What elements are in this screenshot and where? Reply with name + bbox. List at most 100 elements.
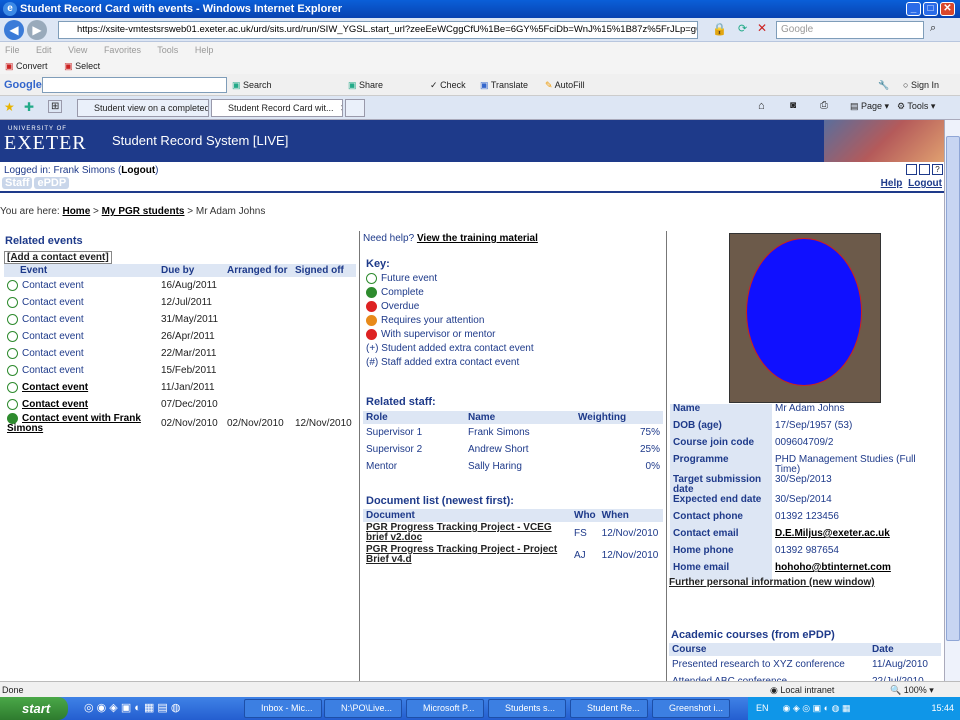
print-page-icon[interactable] <box>919 164 930 175</box>
document-list-title: Document list (newest first): <box>366 495 514 507</box>
event-link[interactable]: Contact event with Frank Simons <box>7 413 141 434</box>
breadcrumb-pgr[interactable]: My PGR students <box>102 206 185 217</box>
taskbar-item[interactable]: Inbox - Mic... <box>244 699 322 718</box>
key-item: Requires your attention <box>366 315 484 326</box>
help-icon[interactable]: ? <box>932 164 943 175</box>
favorites-star-icon[interactable]: ★ <box>4 100 15 114</box>
taskbar-item-label: Students s... <box>505 703 556 713</box>
col-weighting: Weighting <box>575 411 663 424</box>
settings-icon[interactable] <box>906 164 917 175</box>
select-button[interactable]: Select <box>75 61 100 71</box>
event-signed <box>292 362 356 379</box>
minimize-button[interactable]: _ <box>906 2 921 16</box>
google-search-button[interactable]: ▣ Search <box>232 74 272 96</box>
key-label: Overdue <box>381 301 420 313</box>
close-button[interactable]: ✕ <box>940 2 955 16</box>
logout-link-2[interactable]: Logout <box>908 178 942 189</box>
forward-button[interactable]: ▶ <box>27 20 47 40</box>
attn-key-icon <box>366 315 377 326</box>
lock-icon[interactable]: 🔒 <box>712 22 727 36</box>
tab-student-record[interactable]: Student Record Card wit... ✕ <box>211 99 343 117</box>
wrench-icon[interactable]: 🔧 <box>878 74 889 96</box>
menu-tools[interactable]: Tools <box>157 45 178 55</box>
add-favorite-icon[interactable]: ✚ <box>24 100 34 114</box>
start-button[interactable]: start <box>0 697 68 720</box>
share-button[interactable]: ▣ Share <box>348 74 383 96</box>
training-material-link[interactable]: View the training material <box>417 233 538 244</box>
key-label: (#) Staff added extra contact event <box>366 357 520 368</box>
menu-favorites[interactable]: Favorites <box>104 45 141 55</box>
taskbar-item[interactable]: Microsoft P... <box>406 699 484 718</box>
new-tab-button[interactable] <box>345 99 365 117</box>
taskbar-item[interactable]: N:\PO\Live... <box>324 699 402 718</box>
convert-icon: ▣ <box>5 61 14 71</box>
breadcrumb-home[interactable]: Home <box>62 206 90 217</box>
sign-in-button[interactable]: ○ Sign In <box>903 74 939 96</box>
help-link[interactable]: Help <box>881 178 903 189</box>
info-value: 30/Sep/2014 <box>775 494 832 505</box>
google-search-input[interactable] <box>42 77 227 93</box>
page-scrollbar[interactable] <box>944 120 960 681</box>
back-button[interactable]: ◀ <box>4 20 24 40</box>
home-icon[interactable]: ⌂ <box>758 100 765 112</box>
convert-button[interactable]: Convert <box>16 61 48 71</box>
staff-row: Mentor Sally Haring 0% <box>363 458 663 475</box>
tab-student-view[interactable]: Student view on a completed... <box>77 99 209 117</box>
overdue-key-icon <box>366 301 377 312</box>
url-input[interactable]: https://xsite-vmtestsrsweb01.exeter.ac.u… <box>58 21 698 39</box>
check-button[interactable]: ✓ Check <box>430 74 466 96</box>
maximize-button[interactable]: □ <box>923 2 938 16</box>
page-menu[interactable]: ▤ Page ▾ <box>850 101 889 112</box>
print-icon[interactable]: ⎙ <box>820 100 828 111</box>
logout-link[interactable]: Logout <box>121 165 155 176</box>
quick-tabs-icon[interactable]: ⊞ <box>48 100 63 113</box>
refresh-icon[interactable]: ⟳ <box>738 22 747 35</box>
zoom-control[interactable]: 🔍 100% ▾ <box>890 682 934 698</box>
event-link[interactable]: Contact event <box>22 348 84 359</box>
event-link[interactable]: Contact event <box>22 365 84 376</box>
feeds-icon[interactable]: ◙ <box>790 100 796 111</box>
menu-view[interactable]: View <box>68 45 87 55</box>
tab-epdp[interactable]: ePDP <box>34 177 70 189</box>
menu-help[interactable]: Help <box>195 45 214 55</box>
event-link[interactable]: Contact event <box>22 280 84 291</box>
stop-icon[interactable]: ✕ <box>757 21 767 35</box>
translate-button[interactable]: ▣ Translate <box>480 74 528 96</box>
search-input[interactable]: Google <box>776 21 924 39</box>
sign-in-label: Sign In <box>910 80 939 90</box>
event-link[interactable]: Contact event <box>22 399 88 410</box>
taskbar-item[interactable]: Student Re... <box>570 699 648 718</box>
student-info-row: Course join code 009604709/2 <box>670 438 942 455</box>
event-link[interactable]: Contact event <box>22 382 88 393</box>
further-info-link[interactable]: Further personal information (new window… <box>669 577 875 588</box>
translate-label: Translate <box>490 80 529 90</box>
event-link[interactable]: Contact event <box>22 314 84 325</box>
autofill-button[interactable]: ✎ AutoFill <box>545 74 585 96</box>
quick-launch-icons[interactable]: ◎ ◉ ◈ ▣ ◐ ▦ ▤ ◍ <box>84 701 180 714</box>
info-value: Mr Adam Johns <box>775 403 845 414</box>
add-contact-event-link[interactable]: [Add a contact event] <box>4 251 112 264</box>
info-link[interactable]: D.E.Miljus@exeter.ac.uk <box>775 528 890 539</box>
document-link[interactable]: PGR Progress Tracking Project - VCEG bri… <box>363 522 571 544</box>
taskbar-item[interactable]: Greenshot i... <box>652 699 730 718</box>
info-value: 30/Sep/2013 <box>775 474 832 485</box>
menu-edit[interactable]: Edit <box>36 45 52 55</box>
info-link[interactable]: hohoho@btinternet.com <box>775 562 891 573</box>
tab-close-icon[interactable]: ✕ <box>340 103 342 113</box>
info-key: Contact email <box>670 529 772 546</box>
taskbar-item[interactable]: Students s... <box>488 699 566 718</box>
col-when: When <box>598 509 663 522</box>
tab-staff[interactable]: Staff <box>2 177 33 189</box>
event-link[interactable]: Contact event <box>22 297 84 308</box>
document-link[interactable]: PGR Progress Tracking Project - Project … <box>363 544 571 566</box>
language-indicator[interactable]: EN <box>756 697 769 720</box>
tray-icons[interactable]: ◉ ◈ ◎ ▣ ◐ ◍ ▦ <box>783 697 851 720</box>
search-icon[interactable]: ⌕ <box>930 22 936 35</box>
event-link[interactable]: Contact event <box>22 331 84 342</box>
scrollbar-thumb[interactable] <box>946 136 960 641</box>
event-arranged <box>224 277 292 294</box>
menu-file[interactable]: File <box>5 45 20 55</box>
page-menu-label: Page <box>861 101 883 111</box>
tools-menu[interactable]: ⚙ Tools ▾ <box>897 101 935 112</box>
student-photo <box>729 233 881 403</box>
